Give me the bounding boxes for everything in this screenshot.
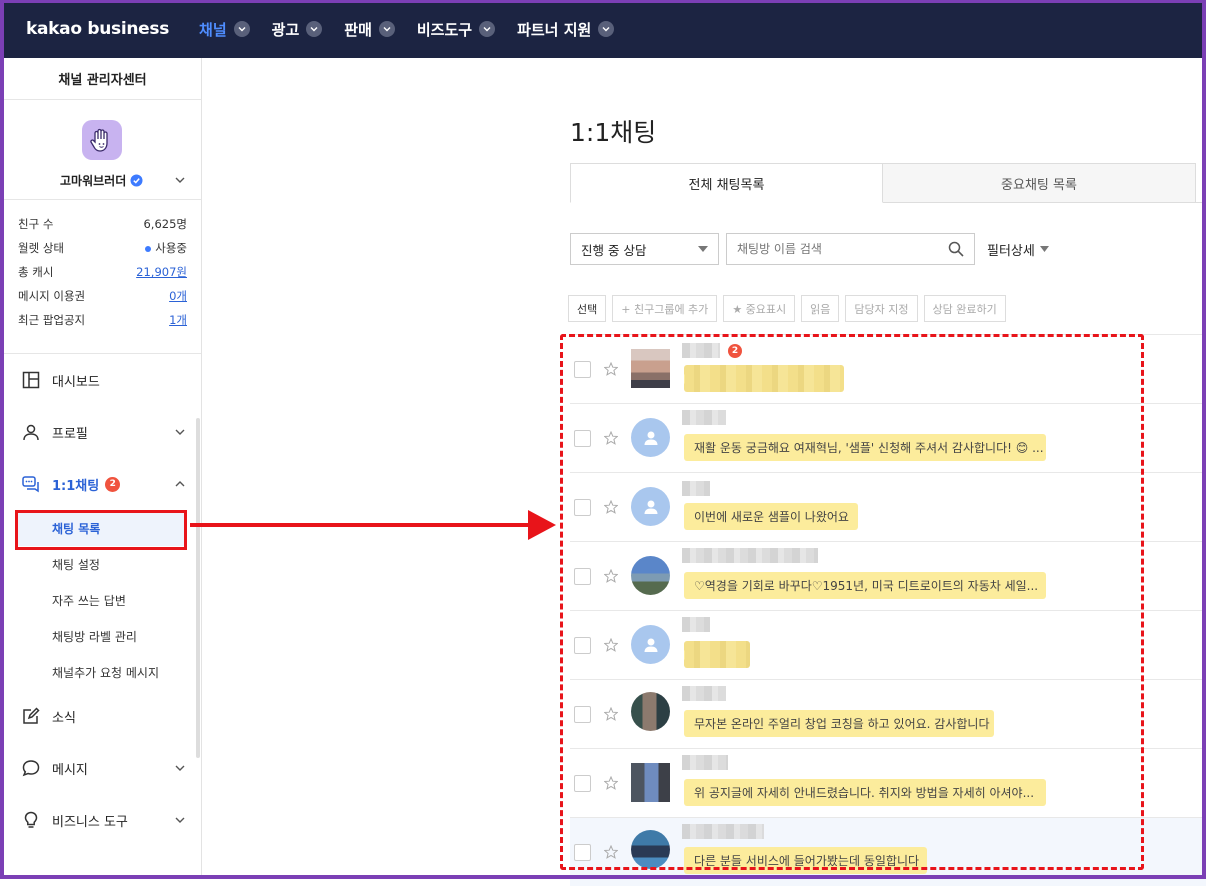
- channel-avatar[interactable]: [82, 120, 122, 160]
- verified-badge-icon: [130, 174, 143, 187]
- menu-label: 소식: [52, 710, 76, 726]
- caret-down-icon: [698, 246, 708, 252]
- speech-bubble-icon: [22, 760, 40, 777]
- mark-important-button[interactable]: ★ 중요표시: [723, 295, 796, 322]
- menu-label: 1:1채팅: [52, 478, 100, 494]
- filter-bar: 진행 중 상담 필터상세: [570, 233, 1049, 265]
- submenu-chat-settings[interactable]: 채팅 설정: [4, 546, 201, 582]
- sidebar-scrollbar[interactable]: [196, 418, 200, 758]
- menu-biz-tools[interactable]: 비즈니스 도구: [4, 794, 201, 846]
- select-value: 진행 중 상담: [581, 242, 647, 258]
- sidebar: 채널 관리자센터 고마워브러더 친구 수 6,625명 월렛 상태 사용중 총 …: [4, 58, 202, 876]
- filter-detail-label: 필터상세: [987, 243, 1035, 259]
- stat-popup-notice: 최근 팝업공지 1개: [18, 308, 187, 332]
- nav-item-label: 파트너 지원: [517, 20, 592, 39]
- annotation-highlight-box: [15, 510, 187, 550]
- popup-notice-link[interactable]: 1개: [169, 312, 187, 328]
- edit-icon: [23, 707, 40, 724]
- chat-search-box: [726, 233, 975, 265]
- stat-value: 6,625명: [143, 217, 187, 231]
- nav-item-channel[interactable]: 채널: [199, 19, 250, 40]
- stat-message-voucher: 메시지 이용권 0개: [18, 284, 187, 308]
- wallet-status-text: 사용중: [155, 241, 187, 255]
- chevron-down-icon: [378, 21, 395, 37]
- menu-label: 메시지: [52, 762, 88, 778]
- chevron-down-icon: [175, 765, 185, 771]
- search-icon[interactable]: [948, 241, 964, 257]
- nav-item-label: 광고: [271, 20, 300, 39]
- menu-label: 프로필: [52, 426, 88, 442]
- stat-friends: 친구 수 6,625명: [18, 212, 187, 236]
- sidebar-title: 채널 관리자센터: [4, 58, 201, 100]
- message-voucher-link[interactable]: 0개: [169, 288, 187, 304]
- page-title: 1:1채팅: [570, 118, 657, 147]
- kakao-business-logo[interactable]: kakao business: [26, 19, 169, 39]
- menu-label: 비즈니스 도구: [52, 814, 128, 830]
- chevron-down-icon: [598, 21, 615, 37]
- chat-bubbles-icon: [22, 476, 39, 493]
- tab-important-chats[interactable]: 중요채팅 목록: [883, 163, 1196, 203]
- chevron-down-icon: [233, 21, 250, 37]
- bulk-action-bar: 선택 + 친구그룹에 추가 ★ 중요표시 읽음 담당자 지정 상담 완료하기: [568, 295, 1012, 322]
- nav-item-label: 판매: [344, 20, 372, 39]
- nav-item-label: 채널: [199, 20, 227, 39]
- channel-name-label: 고마워브러더: [60, 174, 127, 188]
- caret-down-icon: [1039, 246, 1049, 252]
- tab-all-chats[interactable]: 전체 채팅목록: [570, 163, 883, 203]
- tab-divider: [883, 202, 1206, 203]
- menu-profile[interactable]: 프로필: [4, 406, 201, 458]
- chevron-down-icon: [175, 429, 185, 435]
- chat-tabs: 전체 채팅목록 중요채팅 목록: [570, 163, 1206, 203]
- annotation-arrow-icon: [190, 510, 556, 540]
- nav-item-label: 비즈도구: [416, 20, 473, 39]
- menu-message[interactable]: 메시지: [4, 742, 201, 794]
- stat-label: 최근 팝업공지: [18, 313, 86, 327]
- stat-label: 메시지 이용권: [18, 289, 86, 303]
- nav-item-biz-tools[interactable]: 비즈도구: [416, 19, 496, 40]
- menu-dashboard[interactable]: 대시보드: [4, 354, 201, 406]
- chevron-down-icon: [306, 21, 323, 37]
- lightbulb-icon: [24, 811, 38, 828]
- dashboard-icon: [22, 371, 40, 389]
- complete-consult-button[interactable]: 상담 완료하기: [923, 295, 1006, 322]
- stat-label: 친구 수: [18, 217, 54, 231]
- nav-item-ads[interactable]: 광고: [272, 19, 323, 40]
- stat-label: 총 캐시: [18, 265, 54, 279]
- cash-link[interactable]: 21,907원: [136, 264, 187, 280]
- stat-label: 월렛 상태: [18, 241, 64, 255]
- assign-agent-button[interactable]: 담당자 지정: [845, 295, 918, 322]
- status-dot-icon: [145, 245, 152, 252]
- menu-chat[interactable]: 1:1채팅 2: [4, 458, 201, 510]
- nav-item-sales[interactable]: 판매: [344, 19, 395, 40]
- person-icon: [23, 424, 39, 441]
- channel-stats: 친구 수 6,625명 월렛 상태 사용중 총 캐시 21,907원 메시지 이…: [4, 200, 201, 354]
- chevron-up-icon: [175, 481, 185, 487]
- hand-logo-icon: [90, 128, 108, 152]
- chat-search-input[interactable]: [737, 242, 927, 256]
- consult-status-select[interactable]: 진행 중 상담: [570, 233, 719, 265]
- submenu-chat-labels[interactable]: 채팅방 라벨 관리: [4, 618, 201, 654]
- chevron-down-icon: [175, 817, 185, 823]
- chevron-down-icon[interactable]: [174, 174, 186, 186]
- select-button[interactable]: 선택: [568, 295, 607, 322]
- unread-badge: 2: [105, 476, 121, 492]
- stat-wallet: 월렛 상태 사용중: [18, 236, 187, 260]
- chevron-down-icon: [479, 21, 496, 37]
- filter-detail-button[interactable]: 필터상세: [987, 240, 1049, 259]
- submenu-frequent-replies[interactable]: 자주 쓰는 답변: [4, 582, 201, 618]
- add-to-friend-group-button[interactable]: + 친구그룹에 추가: [612, 295, 718, 322]
- channel-profile: 고마워브러더: [4, 100, 201, 200]
- stat-value-wallet: 사용중: [145, 240, 187, 256]
- top-navigation: kakao business 채널 광고 판매 비즈도구 파트너 지원: [0, 0, 1206, 58]
- mark-read-button[interactable]: 읽음: [801, 295, 840, 322]
- stat-cash: 총 캐시 21,907원: [18, 260, 187, 284]
- nav-item-partner-support[interactable]: 파트너 지원: [517, 19, 615, 40]
- menu-news[interactable]: 소식: [4, 690, 201, 742]
- annotation-dashed-box: [560, 334, 1144, 870]
- menu-label: 대시보드: [52, 374, 100, 390]
- submenu-add-channel-message[interactable]: 채널추가 요청 메시지: [4, 654, 201, 690]
- channel-name[interactable]: 고마워브러더: [60, 172, 143, 189]
